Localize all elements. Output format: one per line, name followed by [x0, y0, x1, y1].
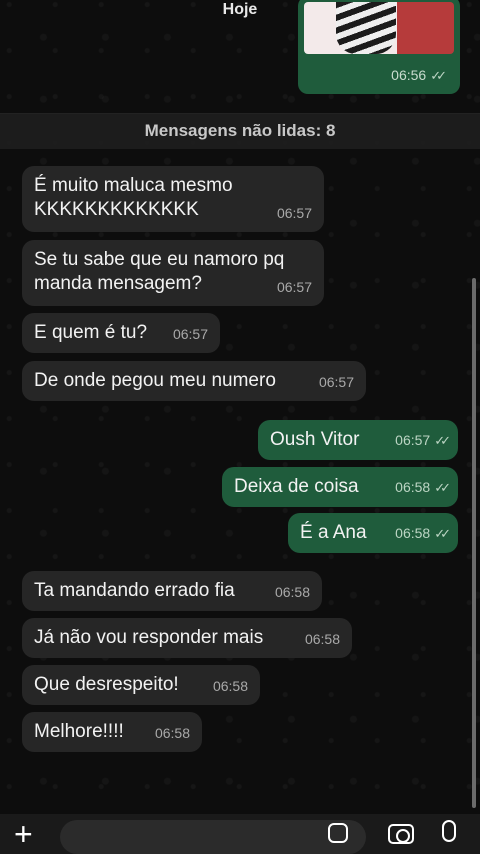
message-time: 06:57 [318, 374, 354, 390]
image-message-bubble[interactable]: 06:56 ✓✓ [298, 0, 460, 94]
scrollbar[interactable] [472, 278, 476, 808]
image-message-meta: 06:56 ✓✓ [383, 63, 450, 88]
camera-icon[interactable] [388, 824, 414, 844]
message-time: 06:58 [274, 584, 310, 600]
image-message-time: 06:56 [391, 67, 427, 83]
message-time: 06:58 [154, 725, 190, 741]
message-time: 06:57 [276, 279, 312, 295]
message-bubble[interactable]: Deixa de coisa 06:58 ✓✓ [222, 467, 458, 507]
message-time: 06:58 [304, 631, 340, 647]
message-text: Se tu sabe que eu namoro pq manda mensag… [34, 249, 285, 294]
message-time: 06:57 [276, 205, 312, 221]
message-bubble[interactable]: E quem é tu? 06:57 [22, 313, 220, 353]
message-time: 06:58 [395, 479, 431, 495]
message-bubble[interactable]: É a Ana 06:58 ✓✓ [288, 513, 458, 553]
unread-messages-banner: Mensagens não lidas: 8 [0, 113, 480, 149]
message-text: E quem é tu? [34, 322, 148, 343]
read-ticks-icon: ✓✓ [434, 480, 451, 495]
message-time: 06:57 [395, 432, 431, 448]
message-text: Oush Vitor [270, 429, 360, 450]
message-bubble[interactable]: De onde pegou meu numero 06:57 [22, 361, 366, 401]
message-bubble[interactable]: Melhore!!!! 06:58 [22, 712, 202, 752]
message-text: Melhore!!!! [34, 721, 124, 742]
read-ticks-icon: ✓✓ [430, 68, 447, 83]
message-text: Ta mandando errado fia [34, 580, 235, 601]
message-text: Já não vou responder mais [34, 627, 264, 648]
date-chip: Hoje [222, 1, 258, 18]
message-composer: + [0, 814, 480, 854]
plus-icon[interactable]: + [14, 818, 33, 850]
message-text: De onde pegou meu numero [34, 370, 276, 391]
read-ticks-icon: ✓✓ [434, 526, 451, 541]
message-text: É a Ana [300, 522, 367, 543]
image-thumbnail[interactable] [304, 2, 454, 54]
message-bubble[interactable]: Se tu sabe que eu namoro pq manda mensag… [22, 240, 324, 306]
read-ticks-icon: ✓✓ [434, 433, 451, 448]
message-time-meta: 06:58 ✓✓ [395, 521, 451, 546]
message-bubble[interactable]: Oush Vitor 06:57 ✓✓ [258, 420, 458, 460]
message-bubble[interactable]: Que desrespeito! 06:58 [22, 665, 260, 705]
message-time: 06:58 [212, 678, 248, 694]
message-bubble[interactable]: Já não vou responder mais 06:58 [22, 618, 352, 658]
message-text: Que desrespeito! [34, 674, 179, 695]
sticker-icon[interactable] [328, 823, 348, 843]
message-time-meta: 06:57 ✓✓ [395, 428, 451, 453]
message-time: 06:57 [172, 326, 208, 342]
message-input[interactable] [60, 820, 366, 854]
message-bubble[interactable]: Ta mandando errado fia 06:58 [22, 571, 322, 611]
microphone-icon[interactable] [442, 820, 456, 842]
message-time: 06:58 [395, 525, 431, 541]
message-time-meta: 06:58 ✓✓ [395, 475, 451, 500]
message-bubble[interactable]: É muito maluca mesmo KKKKKKKKKKKKK 06:57 [22, 166, 324, 232]
message-text: É muito maluca mesmo KKKKKKKKKKKKK [34, 175, 233, 220]
message-text: Deixa de coisa [234, 476, 359, 497]
